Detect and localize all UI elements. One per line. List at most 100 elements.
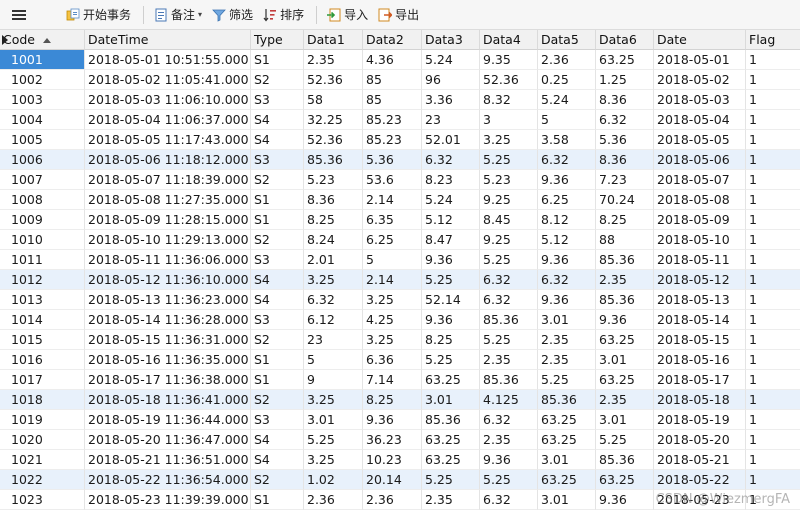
cell-type[interactable]: S1 xyxy=(251,50,304,70)
cell-data6[interactable]: 85.36 xyxy=(596,250,654,270)
cell-code[interactable]: 1014 xyxy=(0,310,85,330)
cell-type[interactable]: S2 xyxy=(251,70,304,90)
cell-data4[interactable]: 8.32 xyxy=(480,90,538,110)
cell-data3[interactable]: 5.12 xyxy=(422,210,480,230)
table-row[interactable]: 1022 2018-05-22 11:36:54.000 S2 1.02 20.14 5.… xyxy=(0,470,800,490)
cell-datetime[interactable]: 2018-05-02 11:05:41.000 xyxy=(85,70,251,90)
cell-data6[interactable]: 7.23 xyxy=(596,170,654,190)
cell-data5[interactable]: 5.12 xyxy=(538,230,596,250)
cell-data3[interactable]: 85.36 xyxy=(422,410,480,430)
cell-data6[interactable]: 70.24 xyxy=(596,190,654,210)
cell-data2[interactable]: 3.25 xyxy=(363,330,422,350)
cell-type[interactable]: S4 xyxy=(251,270,304,290)
cell-data5[interactable]: 2.35 xyxy=(538,350,596,370)
cell-date[interactable]: 2018-05-12 xyxy=(654,270,746,290)
cell-data1[interactable]: 23 xyxy=(304,330,363,350)
cell-data5[interactable]: 3.01 xyxy=(538,490,596,510)
cell-data4[interactable]: 9.25 xyxy=(480,190,538,210)
cell-data4[interactable]: 3 xyxy=(480,110,538,130)
cell-data1[interactable]: 8.36 xyxy=(304,190,363,210)
cell-datetime[interactable]: 2018-05-12 11:36:10.000 xyxy=(85,270,251,290)
cell-date[interactable]: 2018-05-15 xyxy=(654,330,746,350)
cell-date[interactable]: 2018-05-05 xyxy=(654,130,746,150)
cell-code[interactable]: 1020 xyxy=(0,430,85,450)
cell-date[interactable]: 2018-05-03 xyxy=(654,90,746,110)
cell-data6[interactable]: 63.25 xyxy=(596,370,654,390)
table-row[interactable]: 1004 2018-05-04 11:06:37.000 S4 32.25 85.23 2… xyxy=(0,110,800,130)
cell-data3[interactable]: 8.47 xyxy=(422,230,480,250)
cell-data4[interactable]: 85.36 xyxy=(480,370,538,390)
cell-datetime[interactable]: 2018-05-17 11:36:38.000 xyxy=(85,370,251,390)
cell-data1[interactable]: 1.02 xyxy=(304,470,363,490)
cell-datetime[interactable]: 2018-05-15 11:36:31.000 xyxy=(85,330,251,350)
column-header-data1[interactable]: Data1 xyxy=(304,30,363,50)
cell-code[interactable]: 1006 xyxy=(0,150,85,170)
cell-flag[interactable]: 1 xyxy=(746,370,800,390)
cell-datetime[interactable]: 2018-05-22 11:36:54.000 xyxy=(85,470,251,490)
begin-transaction-button[interactable]: 开始事务 xyxy=(62,4,135,26)
cell-data6[interactable]: 8.36 xyxy=(596,150,654,170)
cell-data2[interactable]: 4.36 xyxy=(363,50,422,70)
column-header-data3[interactable]: Data3 xyxy=(422,30,480,50)
cell-data4[interactable]: 2.35 xyxy=(480,350,538,370)
cell-date[interactable]: 2018-05-10 xyxy=(654,230,746,250)
cell-data5[interactable]: 3.01 xyxy=(538,450,596,470)
cell-data4[interactable]: 5.25 xyxy=(480,250,538,270)
cell-data3[interactable]: 63.25 xyxy=(422,370,480,390)
cell-data2[interactable]: 2.36 xyxy=(363,490,422,510)
cell-data4[interactable]: 5.23 xyxy=(480,170,538,190)
cell-data1[interactable]: 2.35 xyxy=(304,50,363,70)
cell-data2[interactable]: 6.25 xyxy=(363,230,422,250)
cell-data6[interactable]: 3.01 xyxy=(596,350,654,370)
cell-data4[interactable]: 9.36 xyxy=(480,450,538,470)
cell-data3[interactable]: 8.25 xyxy=(422,330,480,350)
cell-datetime[interactable]: 2018-05-04 11:06:37.000 xyxy=(85,110,251,130)
cell-data3[interactable]: 6.32 xyxy=(422,150,480,170)
cell-data3[interactable]: 5.25 xyxy=(422,470,480,490)
cell-data1[interactable]: 32.25 xyxy=(304,110,363,130)
cell-flag[interactable]: 1 xyxy=(746,170,800,190)
column-header-data5[interactable]: Data5 xyxy=(538,30,596,50)
cell-date[interactable]: 2018-05-20 xyxy=(654,430,746,450)
cell-data2[interactable]: 85.23 xyxy=(363,130,422,150)
table-row[interactable]: 1010 2018-05-10 11:29:13.000 S2 8.24 6.25 8.4… xyxy=(0,230,800,250)
cell-data5[interactable]: 63.25 xyxy=(538,410,596,430)
cell-code[interactable]: 1016 xyxy=(0,350,85,370)
column-header-data2[interactable]: Data2 xyxy=(363,30,422,50)
cell-type[interactable]: S4 xyxy=(251,130,304,150)
cell-date[interactable]: 2018-05-14 xyxy=(654,310,746,330)
cell-data3[interactable]: 96 xyxy=(422,70,480,90)
table-row[interactable]: 1001 2018-05-01 10:51:55.000 S1 2.35 4.36 5.2… xyxy=(0,35,800,70)
table-row[interactable]: 1013 2018-05-13 11:36:23.000 S4 6.32 3.25 52.… xyxy=(0,290,800,310)
cell-data3[interactable]: 5.25 xyxy=(422,270,480,290)
cell-data6[interactable]: 63.25 xyxy=(596,50,654,70)
cell-data6[interactable]: 5.25 xyxy=(596,430,654,450)
cell-flag[interactable]: 1 xyxy=(746,250,800,270)
cell-date[interactable]: 2018-05-17 xyxy=(654,370,746,390)
cell-datetime[interactable]: 2018-05-10 11:29:13.000 xyxy=(85,230,251,250)
cell-data4[interactable]: 5.25 xyxy=(480,150,538,170)
table-row[interactable]: 1002 2018-05-02 11:05:41.000 S2 52.36 85 96 52… xyxy=(0,70,800,90)
cell-data6[interactable]: 9.36 xyxy=(596,490,654,510)
cell-data1[interactable]: 9 xyxy=(304,370,363,390)
cell-data5[interactable]: 5.25 xyxy=(538,370,596,390)
table-row[interactable]: 1012 2018-05-12 11:36:10.000 S4 3.25 2.14 5.2… xyxy=(0,270,800,290)
cell-datetime[interactable]: 2018-05-09 11:28:15.000 xyxy=(85,210,251,230)
cell-data5[interactable]: 63.25 xyxy=(538,470,596,490)
cell-flag[interactable]: 1 xyxy=(746,390,800,410)
cell-code[interactable]: 1003 xyxy=(0,90,85,110)
cell-data2[interactable]: 6.35 xyxy=(363,210,422,230)
cell-code[interactable]: 1004 xyxy=(0,110,85,130)
cell-data2[interactable]: 3.25 xyxy=(363,290,422,310)
cell-data4[interactable]: 9.35 xyxy=(480,50,538,70)
cell-data3[interactable]: 8.23 xyxy=(422,170,480,190)
export-button[interactable]: 导出 xyxy=(374,4,423,26)
cell-date[interactable]: 2018-05-08 xyxy=(654,190,746,210)
cell-data5[interactable]: 6.32 xyxy=(538,270,596,290)
cell-code[interactable]: 1007 xyxy=(0,170,85,190)
cell-data2[interactable]: 8.25 xyxy=(363,390,422,410)
cell-data4[interactable]: 9.25 xyxy=(480,230,538,250)
cell-flag[interactable]: 1 xyxy=(746,430,800,450)
cell-data3[interactable]: 5.24 xyxy=(422,50,480,70)
cell-code[interactable]: 1008 xyxy=(0,190,85,210)
